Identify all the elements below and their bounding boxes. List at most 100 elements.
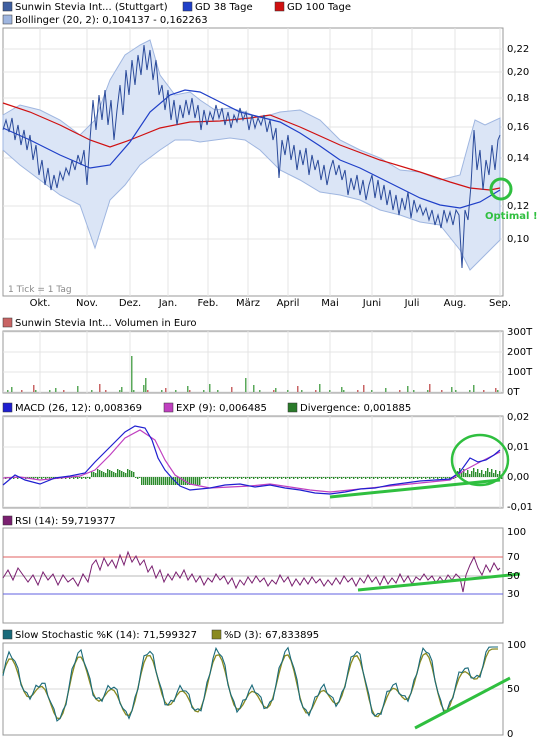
- volume-bar: [413, 390, 415, 392]
- divergence-bar: [437, 477, 439, 479]
- x-tick-label: Dez.: [119, 298, 141, 309]
- divergence-bar: [107, 469, 109, 477]
- divergence-bar: [217, 477, 219, 479]
- divergence-bar: [283, 477, 285, 478]
- divergence-bar: [119, 470, 121, 477]
- divergence-bar: [117, 469, 119, 477]
- volume-bar: [63, 390, 65, 392]
- volume-bar: [363, 385, 365, 392]
- divergence-bar: [471, 471, 473, 477]
- divergence-bar: [111, 471, 113, 477]
- divergence-bar: [415, 477, 417, 478]
- divergence-bar: [227, 477, 229, 478]
- divergence-bar: [295, 477, 297, 478]
- divergence-bar: [469, 474, 471, 477]
- divergence-bar: [441, 477, 443, 479]
- divergence-bar: [293, 477, 295, 479]
- divergence-bar: [165, 477, 167, 485]
- rsi-legend-label: RSI (14): 59,719377: [15, 516, 116, 527]
- divergence-bar: [353, 477, 355, 479]
- divergence-bar: [245, 477, 247, 479]
- y-tick-label: -0,01: [507, 502, 533, 513]
- gd38-legend-label: GD 38 Tage: [195, 2, 253, 13]
- volume-bar: [341, 387, 343, 392]
- divergence-bar: [113, 472, 115, 477]
- divergence-bar: [269, 477, 271, 479]
- divergence-bar: [281, 477, 283, 479]
- divergence-bar: [405, 477, 407, 479]
- divergence-bar: [495, 470, 497, 477]
- divergence-bar: [219, 477, 221, 478]
- divergence-bar: [45, 477, 47, 479]
- divergence-bar: [481, 470, 483, 477]
- volume-bar: [147, 390, 149, 392]
- volume-bar: [7, 390, 9, 392]
- divergence-bar: [373, 477, 375, 479]
- divergence-bar: [215, 477, 217, 478]
- volume-bar: [385, 388, 387, 392]
- divergence-bar: [391, 477, 393, 478]
- divergence-bar: [153, 477, 155, 485]
- divergence-bar: [203, 477, 205, 478]
- divergence-bar: [277, 477, 279, 479]
- divergence-bar: [261, 477, 263, 479]
- divergence-bar: [381, 477, 383, 479]
- divergence-bar: [329, 477, 331, 479]
- divergence-bar: [31, 477, 33, 478]
- divergence-bar: [479, 473, 481, 477]
- divergence-bar: [89, 477, 91, 479]
- divergence-bar: [243, 477, 245, 478]
- divergence-bar: [241, 477, 243, 479]
- volume-bar: [253, 385, 255, 392]
- divergence-bar: [123, 472, 125, 477]
- divergence-bar: [265, 477, 267, 479]
- divergence-bar: [427, 477, 429, 478]
- divergence-bar: [487, 468, 489, 477]
- volume-bar: [119, 390, 121, 392]
- chart-canvas: Sunwin Stevia Int... (Stuttgart) GD 38 T…: [2, 1, 538, 740]
- divergence-bar: [345, 477, 347, 479]
- divergence-bar: [97, 469, 99, 477]
- divergence-bar: [105, 473, 107, 477]
- divergence-bar: [375, 477, 377, 478]
- divergence-bar: [443, 477, 445, 478]
- divergence-bar: [401, 477, 403, 479]
- divergence-bar: [251, 477, 253, 478]
- divergence-bar: [421, 477, 423, 479]
- volume-bar: [357, 390, 359, 392]
- divergence-bar: [247, 477, 249, 478]
- divergence-bar: [335, 477, 337, 478]
- divergence-bar: [323, 477, 325, 478]
- volume-bar: [21, 390, 23, 392]
- volume-bar: [495, 388, 497, 392]
- volume-bar: [469, 390, 471, 392]
- divergence-bar: [413, 477, 415, 479]
- volume-bar: [441, 390, 443, 392]
- y-tick-label: 0,16: [507, 122, 529, 133]
- divergence-bar: [223, 477, 225, 478]
- price-legend-swatch: [2, 1, 13, 12]
- divergence-bar: [367, 477, 369, 478]
- x-tick-label: Juni: [362, 298, 381, 309]
- y-tick-label: 50: [507, 571, 520, 582]
- y-tick-label: 0T: [507, 387, 520, 398]
- gd100-legend-label: GD 100 Tage: [287, 2, 351, 13]
- volume-bar: [209, 384, 211, 392]
- divergence-bar: [297, 477, 299, 479]
- divergence-bar: [41, 477, 43, 479]
- divergence-bar: [435, 477, 437, 478]
- divergence-bar: [483, 474, 485, 477]
- divergence-bar: [363, 477, 365, 478]
- y-tick-label: 30: [507, 589, 520, 600]
- divergence-bar: [225, 477, 227, 479]
- divergence-bar: [321, 477, 323, 479]
- divergence-bar: [73, 477, 75, 479]
- divergence-bar: [327, 477, 329, 478]
- divergence-bar: [201, 477, 203, 479]
- divergence-bar: [399, 477, 401, 478]
- divergence-bar: [263, 477, 265, 478]
- divergence-bar: [193, 477, 195, 485]
- divergence-bar: [195, 477, 197, 485]
- volume-bar: [49, 390, 51, 392]
- divergence-bar: [47, 477, 49, 478]
